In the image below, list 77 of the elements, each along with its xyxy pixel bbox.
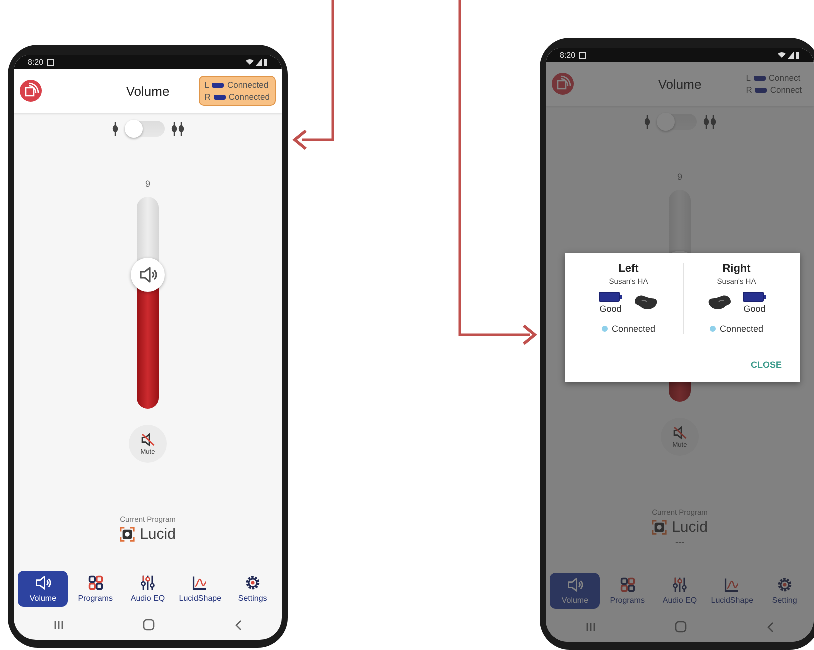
toggle-switch[interactable] [656, 114, 696, 130]
battery-bar-icon [214, 94, 226, 100]
recents-icon[interactable] [586, 622, 596, 632]
screen-title: Volume [126, 84, 170, 98]
nav-tab[interactable]: Setting [760, 573, 810, 609]
settings-icon [244, 575, 261, 591]
program-name: Lucid [672, 519, 708, 536]
nav-tab[interactable]: Programs [70, 571, 121, 607]
program-detail: --- [676, 537, 684, 547]
nav-tab[interactable]: LucidShape [707, 573, 758, 609]
connection-status: Connect [770, 85, 802, 95]
side-label: L [746, 73, 751, 83]
chart-icon [724, 577, 740, 593]
grid-icon [88, 575, 104, 591]
sliders-icon [140, 575, 156, 591]
notification-icon [578, 52, 586, 58]
device-side: Right [722, 263, 751, 275]
side-label: L [204, 80, 210, 90]
toggle-switch[interactable] [124, 121, 164, 137]
back-icon[interactable] [767, 622, 774, 632]
nav-tab[interactable]: Audio EQ [122, 571, 174, 607]
connection-status: Connected [228, 92, 270, 102]
recents-icon[interactable] [54, 620, 64, 630]
battery-icon [742, 292, 767, 302]
battery-status: Good [744, 304, 766, 314]
battery-status: Good [600, 304, 622, 314]
nav-tab[interactable]: Settings [228, 571, 278, 607]
back-icon[interactable] [235, 620, 242, 630]
nav-tab[interactable]: LucidShape [175, 571, 226, 607]
nav-tab[interactable]: Volume [18, 571, 68, 607]
sliders-icon [672, 577, 688, 593]
speaker-icon [139, 266, 157, 284]
side-label: R [746, 85, 752, 95]
muted-speaker-icon [141, 432, 155, 446]
status-icons-drawing [778, 51, 800, 59]
volume-reading: 9 [145, 179, 150, 189]
status-dot-icon [602, 326, 608, 332]
double-figure-icon [702, 115, 716, 129]
screen-title: Volume [658, 76, 702, 92]
program-icon [652, 520, 668, 535]
status-dot-icon [710, 326, 716, 332]
battery-bar-icon [754, 76, 766, 80]
battery-bar-icon [212, 82, 224, 88]
home-icon[interactable] [143, 619, 156, 631]
nav-tab[interactable]: Audio EQ [654, 573, 706, 609]
double-figure-icon [170, 122, 184, 136]
side-label: R [204, 92, 211, 102]
nav-tab[interactable]: Programs [602, 573, 653, 609]
close-button[interactable]: CLOSE [746, 356, 786, 374]
battery-icon [598, 292, 623, 302]
speaker-icon [567, 577, 584, 593]
volume-reading: 9 [677, 172, 682, 182]
program-icon [120, 527, 136, 542]
slider-thumb[interactable] [131, 258, 165, 292]
device-side: Left [618, 263, 639, 275]
connection-status: Connect [768, 73, 801, 83]
connection-status: Connected [720, 324, 764, 334]
grid-icon [620, 577, 636, 593]
muted-speaker-icon [673, 426, 687, 440]
program-name: Lucid [140, 526, 176, 543]
status-time: 8:20 [28, 58, 44, 66]
notification-icon [46, 58, 54, 66]
single-figure-icon [644, 115, 650, 129]
logo-icon [20, 80, 42, 102]
connection-status: Connected [612, 324, 656, 334]
single-figure-icon [112, 122, 118, 136]
speaker-icon [35, 575, 52, 591]
battery-bar-icon [755, 88, 768, 92]
nav-tab[interactable]: Volume [550, 573, 600, 609]
status-icons-drawing [246, 58, 268, 66]
volume-slider[interactable] [131, 197, 165, 409]
logo-icon [552, 73, 574, 95]
settings-icon [776, 577, 793, 593]
home-icon[interactable] [675, 621, 688, 633]
connection-status: Connected [227, 80, 269, 90]
status-time: 8:20 [560, 50, 576, 60]
chart-icon [192, 575, 208, 591]
